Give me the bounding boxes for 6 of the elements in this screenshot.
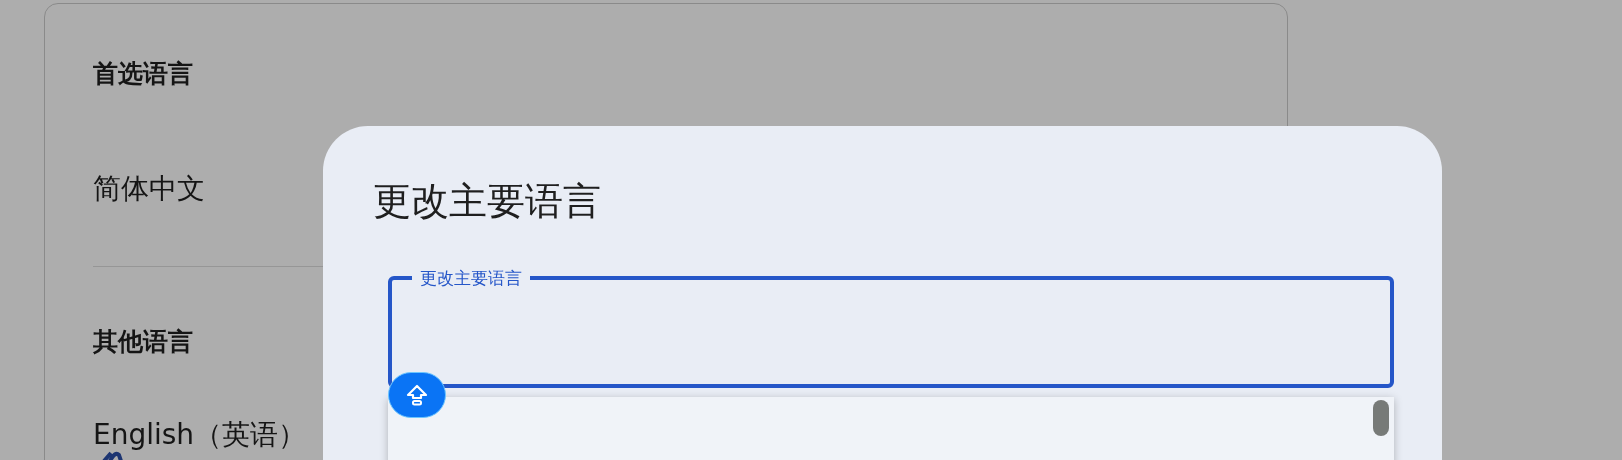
dialog-title: 更改主要语言 [373,178,602,225]
language-field[interactable]: 更改主要语言 [388,267,1394,388]
section-heading: 其他语言 [93,326,193,358]
section-heading: 首选语言 [93,58,193,90]
language-item[interactable]: 简体中文 [93,170,205,208]
language-item[interactable]: English（英语） [93,420,307,451]
